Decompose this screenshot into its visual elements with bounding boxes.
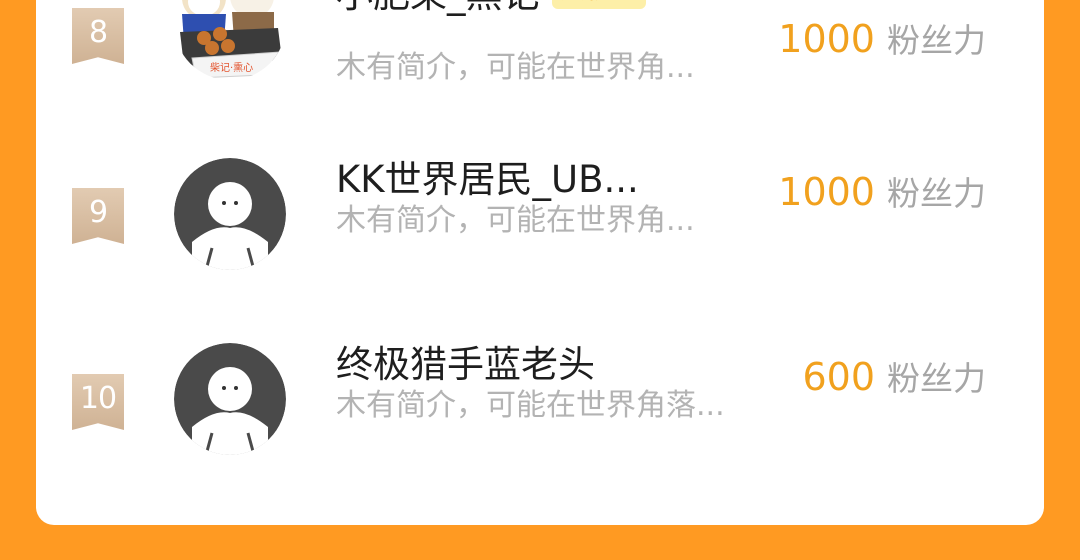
fan-power-score: 1000 粉丝力 [778,167,986,215]
fan-power-score: 600 粉丝力 [802,352,986,400]
user-avatar[interactable] [174,158,286,270]
default-user-avatar-icon [174,343,286,455]
score-value: 600 [802,355,875,399]
ranking-row-10[interactable]: 10 终极猎手蓝老头 木有简介，可能在世界角落... 600 粉丝力 [36,340,1044,490]
score-unit: 粉丝力 [887,21,986,60]
rank-badge: 9 [72,188,124,244]
rank-badge: 10 [72,374,124,430]
user-bio: 木有简介，可能在世界角... [336,203,695,238]
user-bio: 木有简介，可能在世界角... [336,50,695,85]
avatar-caption: 柴记·熏心 [210,61,253,74]
fan-level-badge: 大粉丝 [551,0,646,9]
rank-badge: 8 [72,8,124,64]
cartoon-dogs-avatar-icon: 柴记·熏心 [174,0,286,80]
user-bio: 木有简介，可能在世界角落... [336,388,725,423]
score-value: 1000 [778,17,875,61]
score-unit: 粉丝力 [887,174,986,213]
user-avatar[interactable] [174,343,286,455]
ranking-row-9[interactable]: 9 KK世界居民_UB... 木有简介，可能在世界角... 1000 粉丝力 [36,155,1044,305]
user-avatar[interactable]: 柴记·熏心 [174,0,286,80]
default-user-avatar-icon [174,158,286,270]
user-name[interactable]: 小肥柴_黑记 [336,0,540,18]
score-value: 1000 [778,170,875,214]
fan-ranking-card: 8 柴记·熏心 木有简介，可能在世界角... 1000 粉丝力 9 KK世界居民… [36,0,1044,525]
score-unit: 粉丝力 [887,359,986,398]
fan-power-score: 1000 粉丝力 [778,14,986,62]
ranking-row-8[interactable]: 8 柴记·熏心 木有简介，可能在世界角... 1000 粉丝力 [36,0,1044,120]
